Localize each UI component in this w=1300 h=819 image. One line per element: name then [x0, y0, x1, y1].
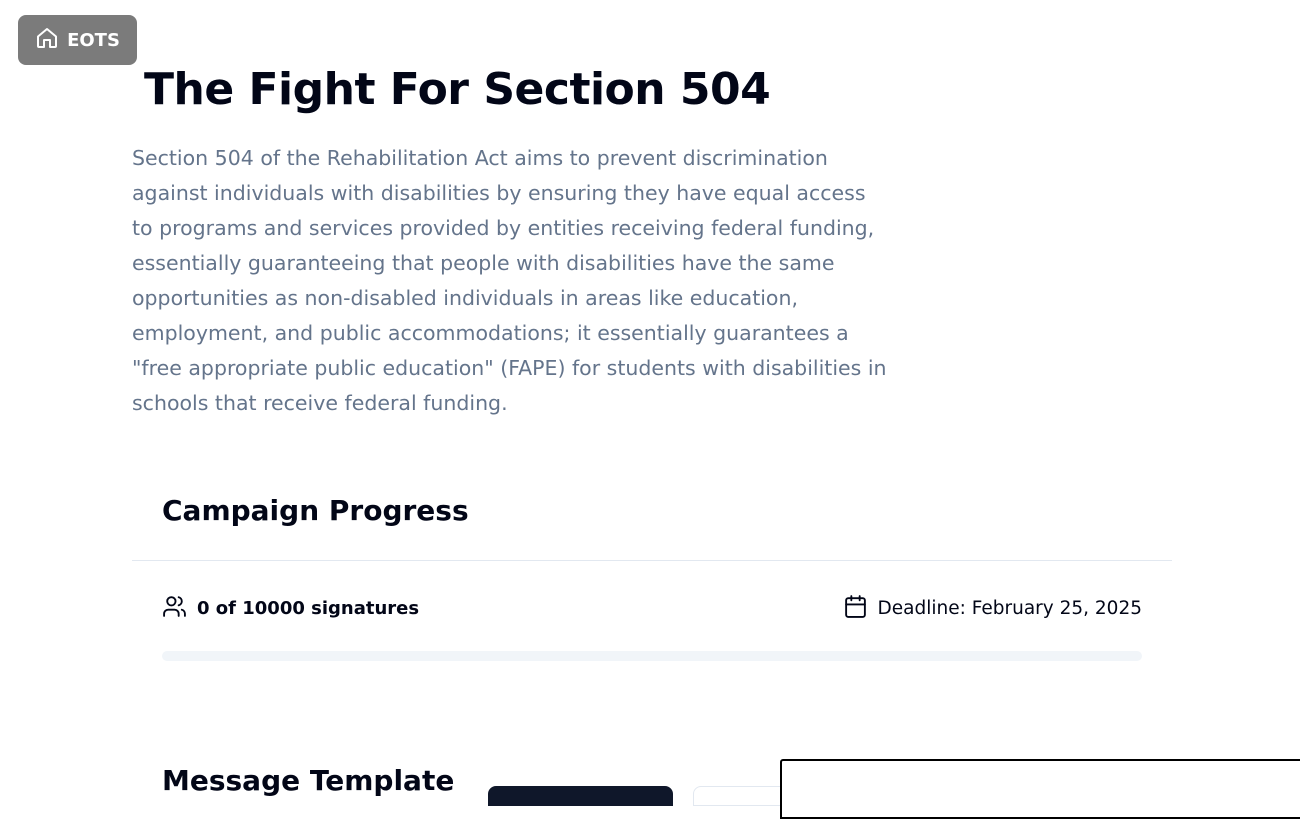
signatures-text: 0 of 10000 signatures: [197, 598, 420, 619]
signatures-count: 0 of 10000 signatures: [162, 594, 419, 623]
overlay-panel: [780, 759, 1300, 819]
deadline-text: Deadline: February 25, 2025: [877, 598, 1142, 619]
page-description: Section 504 of the Rehabilitation Act ai…: [132, 146, 887, 415]
page-title: The Fight For Section 504: [144, 64, 771, 115]
home-button-label: EOTS: [67, 29, 120, 51]
home-button[interactable]: EOTS: [18, 15, 137, 65]
home-icon: [35, 26, 59, 55]
deadline: Deadline: February 25, 2025: [843, 594, 1142, 623]
campaign-progress-title: Campaign Progress: [162, 494, 469, 527]
template-tab-active[interactable]: [488, 786, 673, 806]
calendar-icon: [843, 594, 868, 623]
card-divider: [132, 560, 1172, 561]
users-icon: [162, 594, 187, 623]
message-template-title: Message Template: [162, 764, 455, 797]
signature-progress-bar: [162, 651, 1142, 661]
